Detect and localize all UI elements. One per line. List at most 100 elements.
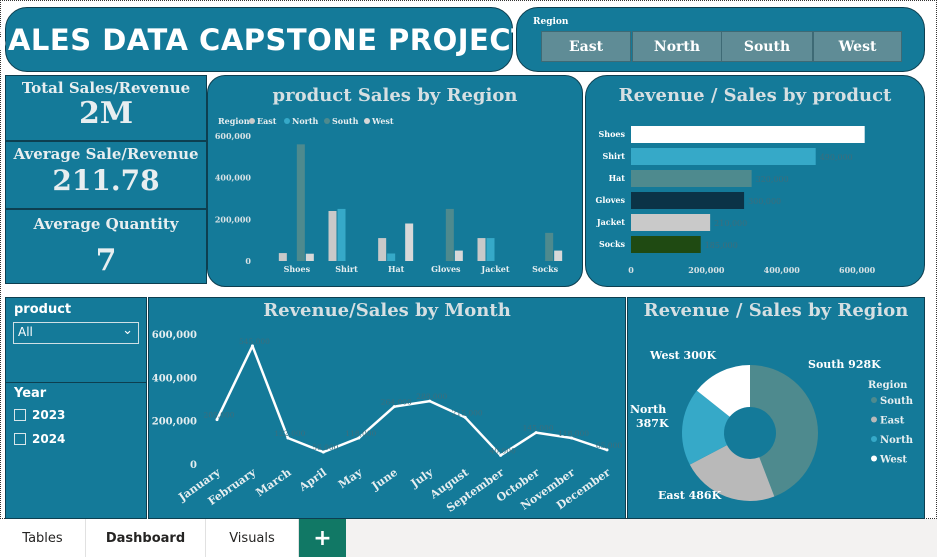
legend-marker: [871, 416, 877, 423]
y-tick-label: Socks: [599, 239, 626, 249]
legend-title: Region: [218, 116, 250, 126]
legend-marker: [871, 455, 877, 462]
region-slicer-title: Region: [533, 17, 569, 27]
revenue-by-month-chart: 0200,000400,000600,000205,000January545,…: [152, 330, 623, 515]
year-option-label: 2023: [32, 408, 66, 422]
data-label: 387K: [636, 417, 669, 430]
add-page-button[interactable]: +: [299, 519, 346, 557]
bar: [405, 223, 414, 261]
bar: [296, 144, 305, 261]
data-label: 118,000: [345, 429, 376, 438]
data-label: 205,000: [203, 411, 234, 420]
region-option-north[interactable]: North: [632, 31, 722, 62]
product-sales-by-region-chart: Region East North South West 0 200,000 400,000 6…: [215, 116, 563, 274]
data-label: 264,000: [381, 398, 412, 407]
checkbox[interactable]: [14, 433, 26, 445]
page-title: SALES DATA CAPSTONE PROJECT: [0, 22, 532, 57]
product-sales-by-region-card: product Sales by Region Region East North S…: [207, 75, 583, 287]
bar: [477, 238, 486, 261]
kpi-average-sale: Average Sale/Revenue 211.78: [5, 141, 207, 209]
data-label: West 300K: [649, 349, 717, 362]
bar: [337, 208, 346, 261]
legend-label: West: [371, 116, 394, 126]
x-tick-label: April: [296, 466, 329, 495]
legend-marker: [871, 436, 877, 442]
y-tick-label: Hat: [609, 173, 626, 183]
x-tick-label: June: [369, 466, 400, 493]
year-option-label: 2024: [32, 432, 66, 446]
x-tick-label: March: [254, 466, 294, 499]
y-tick-label: Jacket: [596, 217, 625, 227]
data-label: 215,000: [452, 408, 483, 417]
region-option-east[interactable]: East: [541, 31, 631, 62]
data-label: 490,000: [820, 153, 853, 162]
region-slicer: Region East North South West: [516, 7, 925, 72]
data-label: 122,000: [274, 429, 305, 438]
legend-label: South: [332, 116, 359, 126]
y-tick-label: 0: [245, 256, 251, 266]
y-tick-label: 600,000: [215, 131, 252, 141]
bar: [445, 208, 454, 261]
y-tick-label: 400,000: [215, 173, 252, 183]
revenue-by-month-card: Revenue/Sales by Month 0 200,000 400,000 60…: [148, 297, 626, 519]
bar: [545, 232, 554, 261]
kpi-label: Average Quantity: [33, 215, 179, 233]
y-tick-label: 200,000: [215, 214, 252, 224]
revenue-by-product-card: Revenue / Sales by product Shoes Shirt 490…: [585, 75, 925, 287]
data-label: 118,000: [558, 429, 589, 438]
kpi-average-quantity: Average Quantity 7: [5, 209, 207, 284]
x-tick-label: Gloves: [431, 264, 461, 274]
divider: [6, 382, 146, 383]
tab-visuals[interactable]: Visuals: [206, 519, 299, 557]
data-label: 185,000: [705, 241, 738, 250]
legend-marker: [249, 118, 255, 124]
region-option-west[interactable]: West: [813, 31, 902, 62]
data-label: South 928K: [808, 358, 881, 371]
kpi-total-sales: Total Sales/Revenue 2M: [5, 75, 207, 141]
series-line: [215, 344, 608, 457]
tab-tables[interactable]: Tables: [0, 519, 86, 557]
revenue-by-product-chart: Shoes Shirt 490,000 Hat 320,000 Gloves 300,000…: [596, 126, 876, 275]
year-option-2024[interactable]: 2024: [14, 432, 65, 446]
bar: [278, 253, 287, 261]
y-tick-label: 0: [190, 460, 197, 471]
data-label: 40,000: [490, 446, 516, 455]
data-label: North: [630, 403, 666, 416]
year-option-2023[interactable]: 2023: [14, 408, 65, 422]
region-option-south[interactable]: South: [721, 31, 813, 62]
checkbox[interactable]: [14, 409, 26, 421]
bar: [378, 238, 387, 261]
x-tick-label: Shirt: [335, 264, 358, 274]
data-label: 65,000: [596, 441, 622, 450]
legend-marker: [364, 118, 370, 124]
data-label: 145,000: [523, 424, 554, 433]
kpi-value: 7: [95, 243, 117, 278]
chevron-down-icon: ⌄: [122, 323, 133, 338]
data-label: 300,000: [748, 197, 781, 206]
bar: [305, 253, 314, 261]
product-dropdown[interactable]: All ⌄: [13, 322, 139, 344]
year-filter-label: Year: [14, 386, 47, 401]
x-tick-label: May: [336, 465, 365, 491]
revenue-by-region-card: Revenue / Sales by Region South 928K East…: [627, 297, 925, 519]
title-card: SALES DATA CAPSTONE PROJECT: [0, 7, 531, 72]
data-label: 210,000: [714, 219, 747, 228]
x-tick-label: Shoes: [284, 264, 311, 274]
x-tick-label: Hat: [388, 264, 405, 274]
legend-label: North: [880, 435, 914, 446]
legend-label: North: [292, 116, 319, 126]
x-tick-label: 400,000: [764, 265, 801, 275]
revenue-by-region-chart: South 928KEast 486KNorth387KWest 300KReg…: [630, 349, 914, 502]
kpi-value: 211.78: [52, 164, 160, 197]
data-label: 56,000: [312, 443, 338, 452]
tab-dashboard[interactable]: Dashboard: [86, 519, 206, 557]
legend-label: South: [880, 396, 914, 407]
bar: [631, 126, 865, 143]
y-tick-label: Shoes: [598, 129, 625, 139]
kpi-value: 2M: [78, 96, 134, 131]
bar: [631, 170, 752, 187]
data-label: 545,000: [239, 337, 270, 346]
legend-title: Region: [868, 380, 908, 391]
x-tick-label: Jacket: [480, 264, 509, 274]
product-filter-label: product: [14, 302, 72, 317]
